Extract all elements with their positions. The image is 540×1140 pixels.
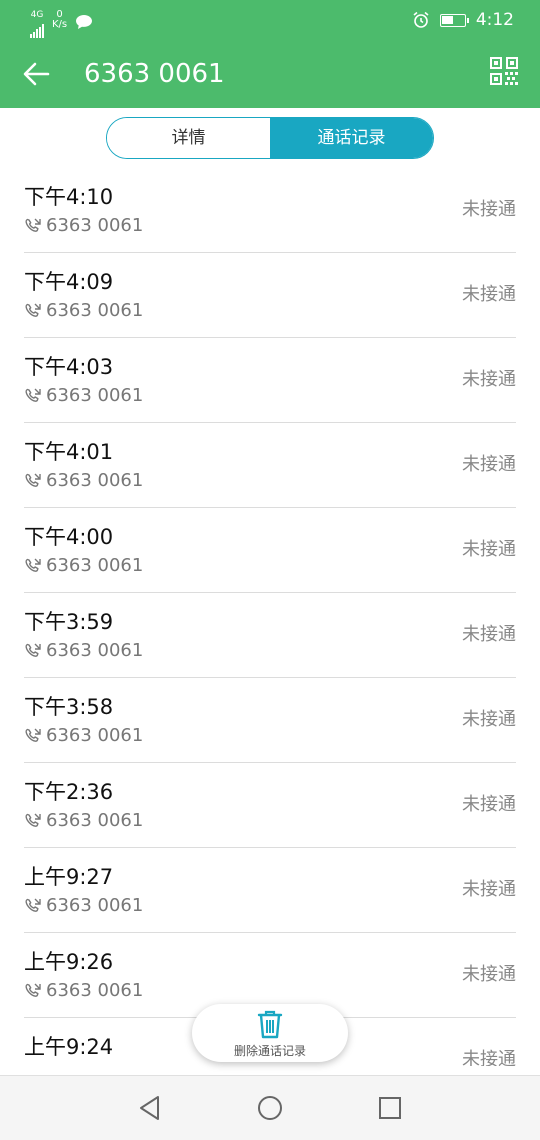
signal-icon	[30, 24, 44, 38]
call-number: 6363 0061	[24, 470, 143, 492]
delete-call-log-label: 删除通话记录	[233, 1044, 306, 1058]
call-status: 未接通	[462, 539, 516, 560]
recents-square-icon[interactable]	[376, 1094, 404, 1122]
call-number: 6363 0061	[24, 385, 143, 407]
missed-call-icon	[25, 218, 41, 232]
page-title: 6363 0061	[84, 59, 225, 89]
missed-call-icon	[25, 813, 41, 827]
call-number: 6363 0061	[24, 725, 143, 747]
call-number-text: 6363 0061	[46, 725, 144, 746]
status-right: 4:12	[412, 10, 514, 30]
network-type: 4G	[30, 10, 44, 38]
call-number-text: 6363 0061	[46, 300, 144, 321]
missed-call-icon	[25, 898, 41, 912]
call-number: 6363 0061	[24, 895, 143, 917]
segmented-tabs: 详情 通话记录	[106, 117, 434, 159]
status-time: 4:12	[475, 10, 514, 30]
call-status: 未接通	[462, 199, 516, 220]
call-status: 未接通	[462, 964, 516, 985]
call-status: 未接通	[462, 369, 516, 390]
call-number-text: 6363 0061	[46, 980, 144, 1001]
missed-call-icon	[25, 473, 41, 487]
call-time: 下午4:00	[24, 525, 114, 549]
call-log-list-viewport: 下午4:10 6363 0061 未接通 下午4:09 6363 0061 未接通 下午4:…	[0, 168, 540, 1066]
speed-unit: K/s	[52, 19, 68, 30]
battery-icon	[439, 13, 469, 27]
call-number-text: 6363 0061	[46, 215, 144, 236]
trash-icon	[257, 1010, 283, 1039]
call-number-text: 6363 0061	[46, 895, 144, 916]
call-time: 下午4:03	[24, 355, 114, 379]
missed-call-icon	[25, 983, 41, 997]
arrow-left-icon[interactable]	[20, 58, 52, 90]
call-number: 6363 0061	[24, 640, 143, 662]
missed-call-icon	[25, 303, 41, 317]
call-status: 未接通	[462, 794, 516, 815]
call-time: 下午3:58	[24, 695, 114, 719]
call-log-list: 下午4:10 6363 0061 未接通 下午4:09 6363 0061 未接通 下午4:…	[0, 168, 540, 1066]
status-left: 4G 0 K/s	[30, 10, 93, 38]
call-time: 下午3:59	[24, 610, 114, 634]
call-log-row[interactable]: 上午9:27 6363 0061 未接通	[24, 848, 516, 933]
call-log-row[interactable]: 下午3:58 6363 0061 未接通	[24, 678, 516, 763]
missed-call-icon	[25, 558, 41, 572]
call-log-row[interactable]: 下午4:03 6363 0061 未接通	[24, 338, 516, 423]
call-time: 下午4:09	[24, 270, 114, 294]
call-log-row[interactable]: 下午2:36 6363 0061 未接通	[24, 763, 516, 848]
delete-call-log-button[interactable]: 删除通话记录	[192, 1004, 348, 1062]
call-time: 下午2:36	[24, 780, 114, 804]
missed-call-icon	[25, 388, 41, 402]
network-speed: 0 K/s	[52, 10, 67, 30]
missed-call-icon	[25, 728, 41, 742]
call-status: 未接通	[462, 1049, 516, 1066]
home-circle-icon[interactable]	[256, 1094, 284, 1122]
call-time: 下午4:01	[24, 440, 114, 464]
call-time: 上午9:26	[24, 950, 114, 974]
call-number: 6363 0061	[24, 300, 143, 322]
call-time: 上午9:24	[24, 1035, 114, 1059]
call-log-row[interactable]: 下午4:09 6363 0061 未接通	[24, 253, 516, 338]
call-status: 未接通	[462, 879, 516, 900]
call-number-text: 6363 0061	[46, 555, 144, 576]
back-triangle-icon[interactable]	[136, 1094, 164, 1122]
call-log-row[interactable]: 下午4:00 6363 0061 未接通	[24, 508, 516, 593]
call-time: 下午4:10	[24, 185, 114, 209]
tab-details[interactable]: 详情	[107, 118, 270, 158]
call-number: 6363 0061	[24, 810, 143, 832]
message-bubble-icon	[76, 15, 93, 29]
tab-call-log[interactable]: 通话记录	[270, 118, 433, 158]
call-number-text: 6363 0061	[46, 385, 144, 406]
network-type-label: 4G	[30, 10, 44, 20]
call-number: 6363 0061	[24, 555, 143, 577]
call-number: 6363 0061	[24, 215, 143, 237]
call-number: 6363 0061	[24, 980, 143, 1002]
call-number-text: 6363 0061	[46, 470, 144, 491]
status-bar: 4G 0 K/s 4:12	[0, 0, 540, 44]
alarm-icon	[413, 11, 429, 28]
call-status: 未接通	[462, 284, 516, 305]
call-time: 上午9:27	[24, 865, 114, 889]
call-number-text: 6363 0061	[46, 810, 144, 831]
call-status: 未接通	[462, 454, 516, 475]
call-status: 未接通	[462, 709, 516, 730]
app-bar: 6363 0061	[0, 44, 540, 108]
qr-code-icon[interactable]	[490, 57, 518, 85]
call-status: 未接通	[462, 624, 516, 645]
missed-call-icon	[25, 643, 41, 657]
system-nav-bar	[0, 1075, 540, 1140]
call-number: 6363 0061	[24, 1065, 143, 1066]
call-log-row[interactable]: 下午4:10 6363 0061 未接通	[24, 168, 516, 253]
call-log-row[interactable]: 下午3:59 6363 0061 未接通	[24, 593, 516, 678]
call-number-text: 6363 0061	[46, 640, 144, 661]
call-number-text: 6363 0061	[46, 1065, 143, 1066]
call-log-row[interactable]: 下午4:01 6363 0061 未接通	[24, 423, 516, 508]
